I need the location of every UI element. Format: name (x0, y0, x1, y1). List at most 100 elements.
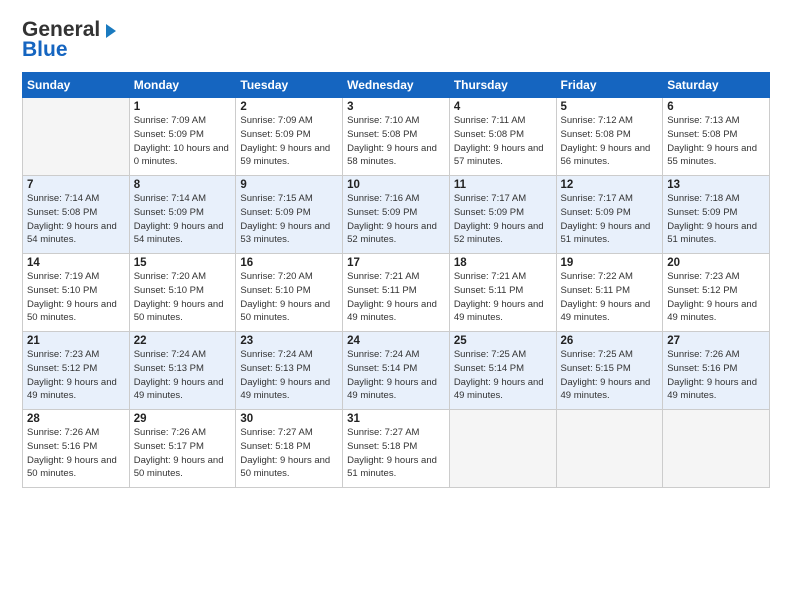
day-number: 25 (454, 335, 552, 347)
calendar-cell: 1Sunrise: 7:09 AMSunset: 5:09 PMDaylight… (129, 98, 236, 176)
day-number: 18 (454, 257, 552, 269)
day-number: 30 (240, 413, 338, 425)
weekday-header-wednesday: Wednesday (343, 73, 450, 98)
day-number: 23 (240, 335, 338, 347)
day-number: 20 (667, 257, 765, 269)
day-info: Sunrise: 7:09 AMSunset: 5:09 PMDaylight:… (134, 114, 232, 169)
day-info: Sunrise: 7:20 AMSunset: 5:10 PMDaylight:… (134, 270, 232, 325)
day-number: 21 (27, 335, 125, 347)
calendar-table: SundayMondayTuesdayWednesdayThursdayFrid… (22, 72, 770, 488)
day-number: 9 (240, 179, 338, 191)
day-info: Sunrise: 7:25 AMSunset: 5:14 PMDaylight:… (454, 348, 552, 403)
day-number: 16 (240, 257, 338, 269)
day-info: Sunrise: 7:24 AMSunset: 5:13 PMDaylight:… (134, 348, 232, 403)
calendar-cell: 15Sunrise: 7:20 AMSunset: 5:10 PMDayligh… (129, 254, 236, 332)
day-info: Sunrise: 7:21 AMSunset: 5:11 PMDaylight:… (347, 270, 445, 325)
calendar-week-row: 28Sunrise: 7:26 AMSunset: 5:16 PMDayligh… (23, 410, 770, 488)
calendar-cell: 31Sunrise: 7:27 AMSunset: 5:18 PMDayligh… (343, 410, 450, 488)
calendar-week-row: 1Sunrise: 7:09 AMSunset: 5:09 PMDaylight… (23, 98, 770, 176)
day-number: 11 (454, 179, 552, 191)
weekday-header-saturday: Saturday (663, 73, 770, 98)
day-number: 15 (134, 257, 232, 269)
calendar-cell: 11Sunrise: 7:17 AMSunset: 5:09 PMDayligh… (449, 176, 556, 254)
day-info: Sunrise: 7:12 AMSunset: 5:08 PMDaylight:… (561, 114, 659, 169)
day-number: 3 (347, 101, 445, 113)
calendar-cell: 19Sunrise: 7:22 AMSunset: 5:11 PMDayligh… (556, 254, 663, 332)
day-info: Sunrise: 7:24 AMSunset: 5:14 PMDaylight:… (347, 348, 445, 403)
day-info: Sunrise: 7:14 AMSunset: 5:09 PMDaylight:… (134, 192, 232, 247)
calendar-cell: 29Sunrise: 7:26 AMSunset: 5:17 PMDayligh… (129, 410, 236, 488)
calendar-cell: 2Sunrise: 7:09 AMSunset: 5:09 PMDaylight… (236, 98, 343, 176)
day-info: Sunrise: 7:26 AMSunset: 5:16 PMDaylight:… (27, 426, 125, 481)
calendar-week-row: 14Sunrise: 7:19 AMSunset: 5:10 PMDayligh… (23, 254, 770, 332)
day-number: 17 (347, 257, 445, 269)
logo: General Blue (22, 18, 120, 62)
calendar-cell: 16Sunrise: 7:20 AMSunset: 5:10 PMDayligh… (236, 254, 343, 332)
day-number: 12 (561, 179, 659, 191)
calendar-cell: 12Sunrise: 7:17 AMSunset: 5:09 PMDayligh… (556, 176, 663, 254)
calendar-cell: 13Sunrise: 7:18 AMSunset: 5:09 PMDayligh… (663, 176, 770, 254)
day-info: Sunrise: 7:21 AMSunset: 5:11 PMDaylight:… (454, 270, 552, 325)
logo-chevron-icon (102, 22, 120, 40)
weekday-header-monday: Monday (129, 73, 236, 98)
logo-blue: Blue (22, 38, 68, 62)
day-info: Sunrise: 7:23 AMSunset: 5:12 PMDaylight:… (667, 270, 765, 325)
calendar-cell: 28Sunrise: 7:26 AMSunset: 5:16 PMDayligh… (23, 410, 130, 488)
calendar-cell: 26Sunrise: 7:25 AMSunset: 5:15 PMDayligh… (556, 332, 663, 410)
calendar-cell: 7Sunrise: 7:14 AMSunset: 5:08 PMDaylight… (23, 176, 130, 254)
day-info: Sunrise: 7:27 AMSunset: 5:18 PMDaylight:… (240, 426, 338, 481)
day-number: 1 (134, 101, 232, 113)
day-info: Sunrise: 7:13 AMSunset: 5:08 PMDaylight:… (667, 114, 765, 169)
calendar-cell: 5Sunrise: 7:12 AMSunset: 5:08 PMDaylight… (556, 98, 663, 176)
page: General Blue SundayMondayTuesdayWednesda… (0, 0, 792, 612)
calendar-cell: 27Sunrise: 7:26 AMSunset: 5:16 PMDayligh… (663, 332, 770, 410)
day-number: 28 (27, 413, 125, 425)
calendar-cell: 20Sunrise: 7:23 AMSunset: 5:12 PMDayligh… (663, 254, 770, 332)
day-number: 24 (347, 335, 445, 347)
calendar-cell: 30Sunrise: 7:27 AMSunset: 5:18 PMDayligh… (236, 410, 343, 488)
day-number: 4 (454, 101, 552, 113)
day-number: 29 (134, 413, 232, 425)
calendar-cell: 21Sunrise: 7:23 AMSunset: 5:12 PMDayligh… (23, 332, 130, 410)
day-info: Sunrise: 7:11 AMSunset: 5:08 PMDaylight:… (454, 114, 552, 169)
day-number: 31 (347, 413, 445, 425)
day-number: 27 (667, 335, 765, 347)
calendar-cell: 4Sunrise: 7:11 AMSunset: 5:08 PMDaylight… (449, 98, 556, 176)
calendar-cell: 24Sunrise: 7:24 AMSunset: 5:14 PMDayligh… (343, 332, 450, 410)
day-info: Sunrise: 7:26 AMSunset: 5:17 PMDaylight:… (134, 426, 232, 481)
day-number: 7 (27, 179, 125, 191)
day-info: Sunrise: 7:25 AMSunset: 5:15 PMDaylight:… (561, 348, 659, 403)
day-info: Sunrise: 7:17 AMSunset: 5:09 PMDaylight:… (561, 192, 659, 247)
day-number: 8 (134, 179, 232, 191)
calendar-cell: 14Sunrise: 7:19 AMSunset: 5:10 PMDayligh… (23, 254, 130, 332)
day-info: Sunrise: 7:17 AMSunset: 5:09 PMDaylight:… (454, 192, 552, 247)
day-info: Sunrise: 7:20 AMSunset: 5:10 PMDaylight:… (240, 270, 338, 325)
weekday-header-row: SundayMondayTuesdayWednesdayThursdayFrid… (23, 73, 770, 98)
weekday-header-tuesday: Tuesday (236, 73, 343, 98)
calendar-cell: 18Sunrise: 7:21 AMSunset: 5:11 PMDayligh… (449, 254, 556, 332)
calendar-cell: 3Sunrise: 7:10 AMSunset: 5:08 PMDaylight… (343, 98, 450, 176)
calendar-cell: 23Sunrise: 7:24 AMSunset: 5:13 PMDayligh… (236, 332, 343, 410)
day-info: Sunrise: 7:22 AMSunset: 5:11 PMDaylight:… (561, 270, 659, 325)
day-number: 6 (667, 101, 765, 113)
calendar-cell: 8Sunrise: 7:14 AMSunset: 5:09 PMDaylight… (129, 176, 236, 254)
calendar-cell (663, 410, 770, 488)
calendar-cell: 22Sunrise: 7:24 AMSunset: 5:13 PMDayligh… (129, 332, 236, 410)
day-info: Sunrise: 7:09 AMSunset: 5:09 PMDaylight:… (240, 114, 338, 169)
calendar-cell (449, 410, 556, 488)
day-number: 14 (27, 257, 125, 269)
day-number: 13 (667, 179, 765, 191)
weekday-header-friday: Friday (556, 73, 663, 98)
day-info: Sunrise: 7:18 AMSunset: 5:09 PMDaylight:… (667, 192, 765, 247)
calendar-week-row: 7Sunrise: 7:14 AMSunset: 5:08 PMDaylight… (23, 176, 770, 254)
calendar-cell: 25Sunrise: 7:25 AMSunset: 5:14 PMDayligh… (449, 332, 556, 410)
day-info: Sunrise: 7:10 AMSunset: 5:08 PMDaylight:… (347, 114, 445, 169)
calendar-cell (556, 410, 663, 488)
day-info: Sunrise: 7:15 AMSunset: 5:09 PMDaylight:… (240, 192, 338, 247)
day-info: Sunrise: 7:19 AMSunset: 5:10 PMDaylight:… (27, 270, 125, 325)
day-number: 10 (347, 179, 445, 191)
day-info: Sunrise: 7:14 AMSunset: 5:08 PMDaylight:… (27, 192, 125, 247)
calendar-cell: 9Sunrise: 7:15 AMSunset: 5:09 PMDaylight… (236, 176, 343, 254)
calendar-cell: 6Sunrise: 7:13 AMSunset: 5:08 PMDaylight… (663, 98, 770, 176)
day-number: 2 (240, 101, 338, 113)
